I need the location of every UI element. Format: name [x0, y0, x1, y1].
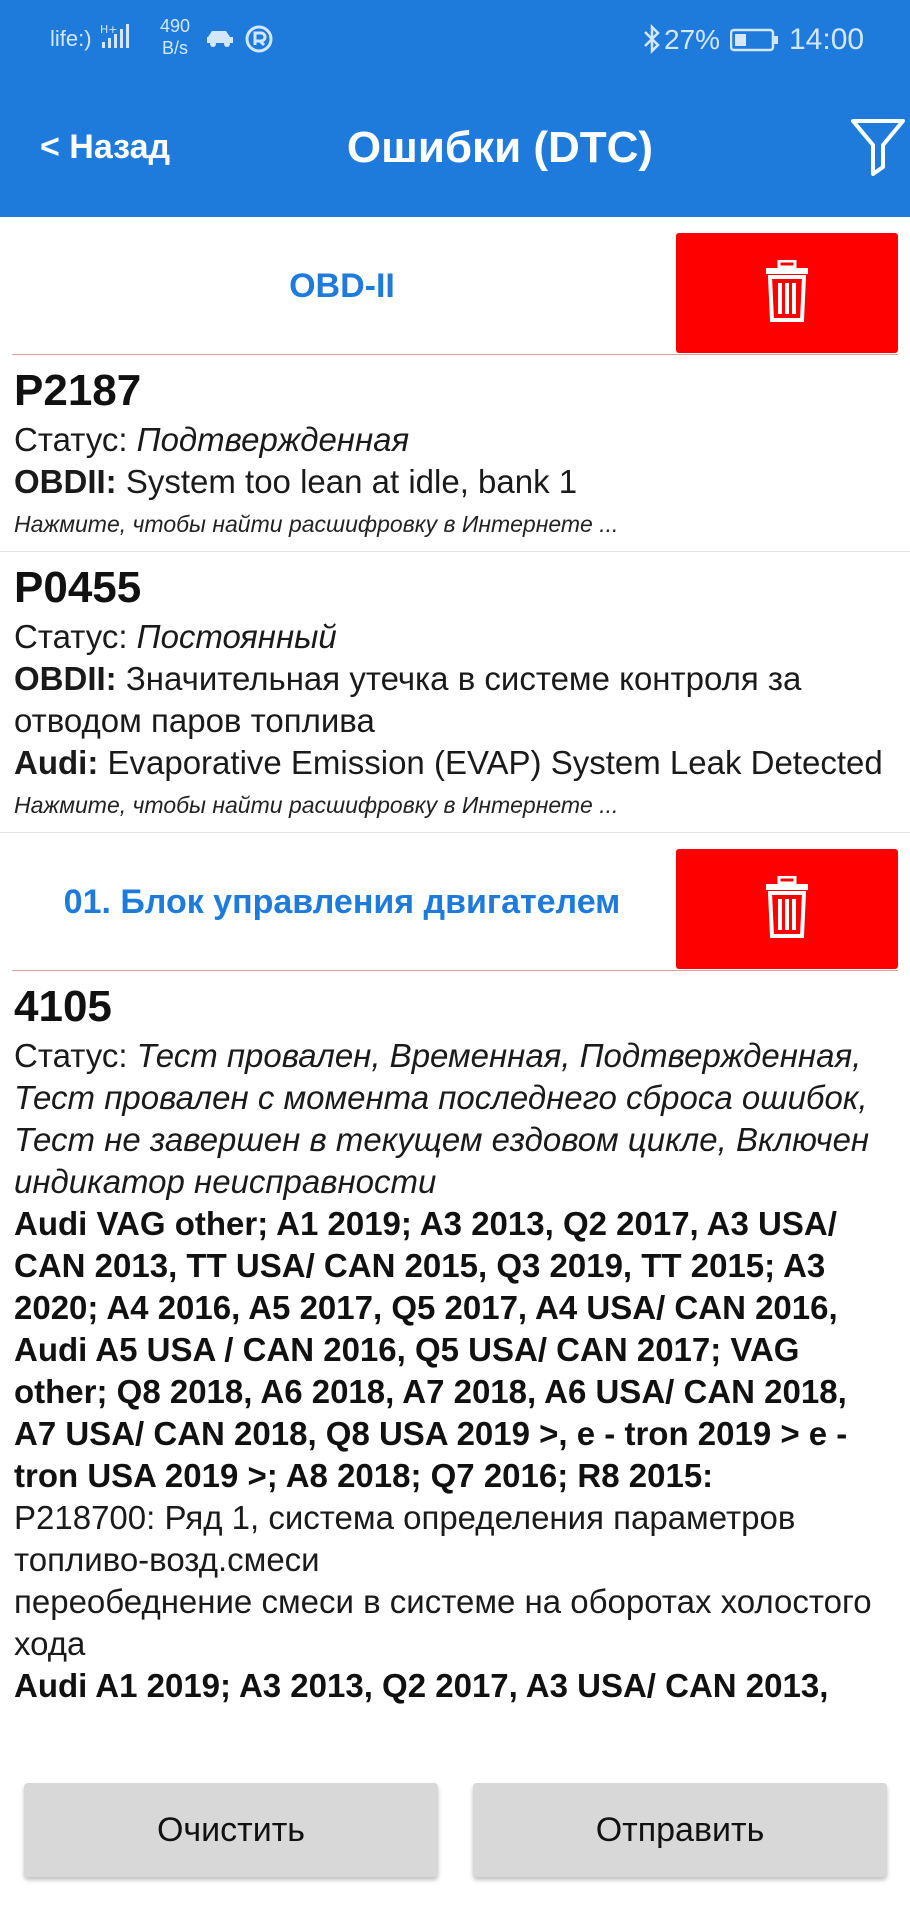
battery-icon — [729, 28, 780, 57]
search-online-hint[interactable]: Нажмите, чтобы найти расшифровку в Интер… — [14, 507, 896, 541]
car-icon — [205, 27, 235, 54]
dtc-description: OBDII: Значительная утечка в системе кон… — [14, 658, 896, 742]
speed-unit: B/s — [162, 38, 189, 58]
dtc-manufacturer-description: Audi: Evaporative Emission (EVAP) System… — [14, 742, 896, 784]
clock: 14:00 — [789, 23, 865, 56]
dtc-list[interactable]: OBD-II P2187 Статус: Подтвержденная OBDI… — [0, 217, 910, 1757]
carrier-label: life:) — [50, 26, 92, 51]
status-bar: life:) H+ 490 B/s 27% 14:00 — [0, 0, 910, 85]
filter-icon[interactable] — [850, 117, 906, 182]
dtc-item[interactable]: P0455 Статус: Постоянный OBDII: Значител… — [0, 552, 910, 833]
desc-value: System too lean at idle, bank 1 — [125, 463, 578, 500]
bottom-actions: Очистить Отправить — [0, 1757, 910, 1920]
status-value: Подтвержденная — [136, 421, 410, 458]
status-label: Статус: — [14, 421, 128, 458]
network-speed: 490 B/s — [160, 15, 190, 59]
dtc-item[interactable]: 4105 Статус: Тест провален, Временная, П… — [0, 971, 910, 1717]
dtc-status: Статус: Постоянный — [14, 616, 896, 658]
vehicle-models: Audi A1 2019; A3 2013, Q2 2017, A3 USA/ … — [14, 1667, 829, 1704]
vehicle-models: Audi VAG other; A1 2019; A3 2013, Q2 201… — [14, 1205, 848, 1494]
dtc-code: P0455 — [14, 563, 142, 612]
trash-icon — [765, 875, 809, 943]
group-header-obd2: OBD-II — [12, 217, 898, 355]
dtc-code: P2187 — [14, 366, 142, 415]
speed-value: 490 — [160, 16, 191, 36]
battery-percent: 27% — [664, 24, 721, 55]
trash-icon — [765, 259, 809, 327]
extra-label: Audi: — [14, 744, 99, 781]
dtc-status: Статус: Подтвержденная — [14, 419, 896, 461]
desc-label: OBDII: — [14, 660, 117, 697]
desc-label: OBDII: — [14, 463, 117, 500]
dtc-item[interactable]: P2187 Статус: Подтвержденная OBDII: Syst… — [0, 355, 910, 552]
delete-group-button[interactable] — [676, 849, 898, 969]
dtc-description: OBDII: System too lean at idle, bank 1 — [14, 461, 896, 503]
search-online-hint[interactable]: Нажмите, чтобы найти расшифровку в Интер… — [14, 788, 896, 822]
status-value: Тест провален, Временная, Подтвержденная… — [14, 1037, 870, 1200]
status-label: Статус: — [14, 1037, 128, 1074]
r-icon — [244, 24, 274, 59]
dtc-detail: переобеднение смеси в системе на оборота… — [14, 1583, 872, 1662]
extra-value: Evaporative Emission (EVAP) System Leak … — [107, 744, 883, 781]
status-label: Статус: — [14, 618, 128, 655]
group-header-engine: 01. Блок управления двигателем — [12, 833, 898, 971]
dtc-detail: P218700: Ряд 1, система определения пара… — [14, 1499, 796, 1578]
clear-button[interactable]: Очистить — [24, 1783, 438, 1877]
group-title: OBD-II — [289, 266, 395, 305]
desc-value: Значительная утечка в системе контроля з… — [14, 660, 802, 739]
status-value: Постоянный — [136, 618, 337, 655]
app-bar: < Назад Ошибки (DTC) — [0, 85, 910, 217]
dtc-status: Статус: Тест провален, Временная, Подтве… — [14, 1035, 896, 1203]
send-button[interactable]: Отправить — [473, 1783, 887, 1877]
delete-group-button[interactable] — [676, 233, 898, 353]
bluetooth-icon — [642, 23, 662, 59]
dtc-code: 4105 — [14, 982, 112, 1031]
group-title: 01. Блок управления двигателем — [63, 882, 621, 921]
page-title: Ошибки (DTC) — [346, 123, 654, 172]
signal-icon: H+ — [100, 22, 148, 57]
